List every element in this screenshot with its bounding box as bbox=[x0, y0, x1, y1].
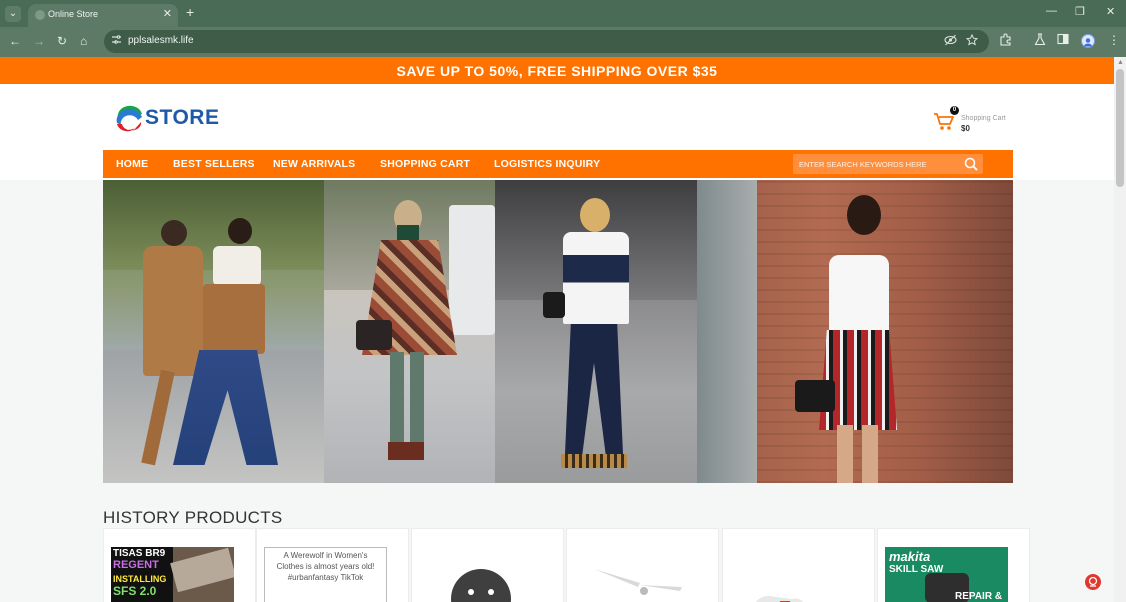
product-thumbnail-5[interactable] bbox=[730, 547, 853, 602]
tab-list-button[interactable]: ⌄ bbox=[5, 6, 21, 22]
cart-total: $0 bbox=[961, 124, 970, 133]
banner-figure-5-leg-right bbox=[862, 425, 878, 483]
restore-button[interactable]: ❐ bbox=[1075, 5, 1085, 18]
scrollbar-thumb[interactable] bbox=[1116, 69, 1124, 187]
product-thumbnail-3[interactable] bbox=[419, 547, 542, 602]
home-button[interactable]: ⌂ bbox=[80, 34, 87, 48]
nav-shopping-cart[interactable]: SHOPPING CART bbox=[380, 158, 470, 170]
browser-tab-bar: ⌄ Online Store ✕ + — ❐ ✕ bbox=[0, 0, 1126, 27]
site-info-icon[interactable] bbox=[111, 34, 122, 48]
banner-photo-1 bbox=[103, 180, 324, 483]
banner-photo-4 bbox=[697, 180, 1013, 483]
history-products-list: TISAS BR9 REGENT INSTALLING SFS 2.0 A We… bbox=[103, 528, 1030, 602]
tab-title: Online Store bbox=[48, 9, 99, 19]
promo-banner: SAVE UP TO 50%, FREE SHIPPING OVER $35 bbox=[0, 57, 1114, 84]
product-1-line-4: SFS 2.0 bbox=[113, 584, 157, 598]
cart-count-badge: 0 bbox=[950, 106, 959, 115]
product-2-alt-text: A Werewolf in Women's Clothes is almost … bbox=[276, 551, 375, 582]
address-bar[interactable]: pplsalesmk.life bbox=[104, 30, 989, 53]
scroll-up-icon[interactable]: ▲ bbox=[1117, 59, 1124, 66]
store-logo-text: STORE bbox=[145, 106, 220, 129]
floating-feedback-button[interactable] bbox=[1085, 574, 1101, 590]
product-card-2[interactable]: A Werewolf in Women's Clothes is almost … bbox=[256, 528, 409, 602]
window-close-button[interactable]: ✕ bbox=[1106, 5, 1115, 18]
banner-figure-4-head bbox=[580, 198, 610, 232]
search-icon[interactable] bbox=[963, 156, 979, 172]
tab-close-icon[interactable]: ✕ bbox=[163, 7, 172, 20]
nav-home[interactable]: HOME bbox=[116, 158, 148, 170]
chat-bubble-icon bbox=[1088, 576, 1098, 587]
banner-figure-5-bag bbox=[795, 380, 835, 412]
banner-figure-3-leg-left bbox=[390, 352, 404, 452]
history-products-title: HISTORY PRODUCTS bbox=[103, 508, 283, 527]
product-thumbnail-2[interactable]: A Werewolf in Women's Clothes is almost … bbox=[264, 547, 387, 602]
labs-flask-icon[interactable] bbox=[1034, 33, 1046, 49]
banner-figure-5-tshirt bbox=[829, 255, 889, 335]
product-thumbnail-1[interactable]: TISAS BR9 REGENT INSTALLING SFS 2.0 bbox=[111, 547, 234, 602]
banner-figure-4-pants bbox=[565, 324, 623, 454]
banner-figure-2-head bbox=[228, 218, 252, 244]
web-page: SAVE UP TO 50%, FREE SHIPPING OVER $35 S… bbox=[0, 57, 1114, 602]
product-card-1[interactable]: TISAS BR9 REGENT INSTALLING SFS 2.0 bbox=[103, 528, 256, 602]
browser-menu-icon[interactable]: ⋮ bbox=[1108, 33, 1120, 47]
product-card-6[interactable]: makita SKILL SAW REPAIR & bbox=[877, 528, 1030, 602]
sad-face-icon bbox=[451, 569, 511, 602]
sneaker-icon bbox=[755, 596, 804, 602]
banner-figure-2-top bbox=[213, 246, 261, 286]
banner-figure-3-bag bbox=[356, 320, 392, 350]
product-card-5[interactable] bbox=[722, 528, 875, 602]
product-thumbnail-6[interactable]: makita SKILL SAW REPAIR & bbox=[885, 547, 1008, 602]
tab-favicon-icon bbox=[35, 10, 45, 20]
banner-figure-4-bag bbox=[543, 292, 565, 318]
banner-figure-5-leg-left bbox=[837, 425, 853, 483]
forward-button[interactable]: → bbox=[33, 34, 45, 48]
url-text: pplsalesmk.life bbox=[128, 35, 194, 46]
banner-figure-4-top bbox=[563, 232, 629, 324]
nav-best-sellers[interactable]: BEST SELLERS bbox=[173, 158, 255, 170]
product-thumbnail-4[interactable] bbox=[574, 547, 697, 602]
new-tab-button[interactable]: + bbox=[186, 4, 194, 20]
site-search bbox=[793, 154, 983, 174]
side-panel-icon[interactable] bbox=[1057, 33, 1069, 48]
profile-avatar-icon[interactable] bbox=[1081, 34, 1095, 48]
cart-label: Shopping Cart bbox=[961, 115, 1006, 122]
back-button[interactable]: ← bbox=[9, 34, 21, 48]
banner-figure-5-head bbox=[847, 195, 881, 235]
browser-toolbar: ← → ↻ ⌂ pplsalesmk.life ⋮ bbox=[0, 27, 1126, 57]
banner-figure-1-head bbox=[161, 220, 187, 246]
ceiling-fan-icon bbox=[594, 569, 682, 595]
banner-figure-3-leg-right bbox=[410, 352, 424, 452]
eye-off-icon[interactable] bbox=[944, 34, 957, 49]
store-logo[interactable]: STORE bbox=[115, 104, 219, 134]
product-1-line-2: REGENT bbox=[113, 559, 159, 571]
product-1-line-3: INSTALLING bbox=[113, 574, 167, 584]
banner-street-left bbox=[697, 180, 757, 483]
header-cart[interactable]: 0 Shopping Cart $0 bbox=[933, 106, 1023, 138]
product-1-line-1: TISAS BR9 bbox=[113, 548, 166, 559]
banner-van bbox=[449, 205, 495, 335]
nav-logistics-inquiry[interactable]: LOGISTICS INQUIRY bbox=[494, 158, 600, 170]
bookmark-star-icon[interactable] bbox=[965, 33, 979, 49]
banner-photo-2 bbox=[324, 180, 495, 483]
banner-figure-3-boots bbox=[388, 442, 424, 460]
nav-new-arrivals[interactable]: NEW ARRIVALS bbox=[273, 158, 355, 170]
product-6-line-3: REPAIR & bbox=[955, 591, 1003, 602]
reload-button[interactable]: ↻ bbox=[57, 34, 67, 48]
banner-figure-2-jacket bbox=[203, 284, 265, 354]
product-card-3[interactable] bbox=[411, 528, 564, 602]
main-navigation: HOME BEST SELLERS NEW ARRIVALS SHOPPING … bbox=[103, 150, 1013, 178]
product-6-line-1: makita bbox=[889, 549, 931, 564]
search-input[interactable] bbox=[799, 157, 959, 171]
store-logo-icon bbox=[116, 105, 142, 132]
minimize-button[interactable]: — bbox=[1046, 5, 1057, 17]
hero-banner[interactable] bbox=[103, 180, 1013, 483]
page-scrollbar[interactable]: ▲ bbox=[1114, 57, 1126, 602]
banner-figure-4-shoes bbox=[561, 454, 627, 468]
banner-photo-3 bbox=[495, 180, 697, 483]
banner-figure-1-coat bbox=[143, 246, 203, 376]
extensions-icon[interactable] bbox=[999, 33, 1012, 49]
product-card-4[interactable] bbox=[566, 528, 719, 602]
browser-tab[interactable]: Online Store ✕ bbox=[28, 4, 178, 27]
